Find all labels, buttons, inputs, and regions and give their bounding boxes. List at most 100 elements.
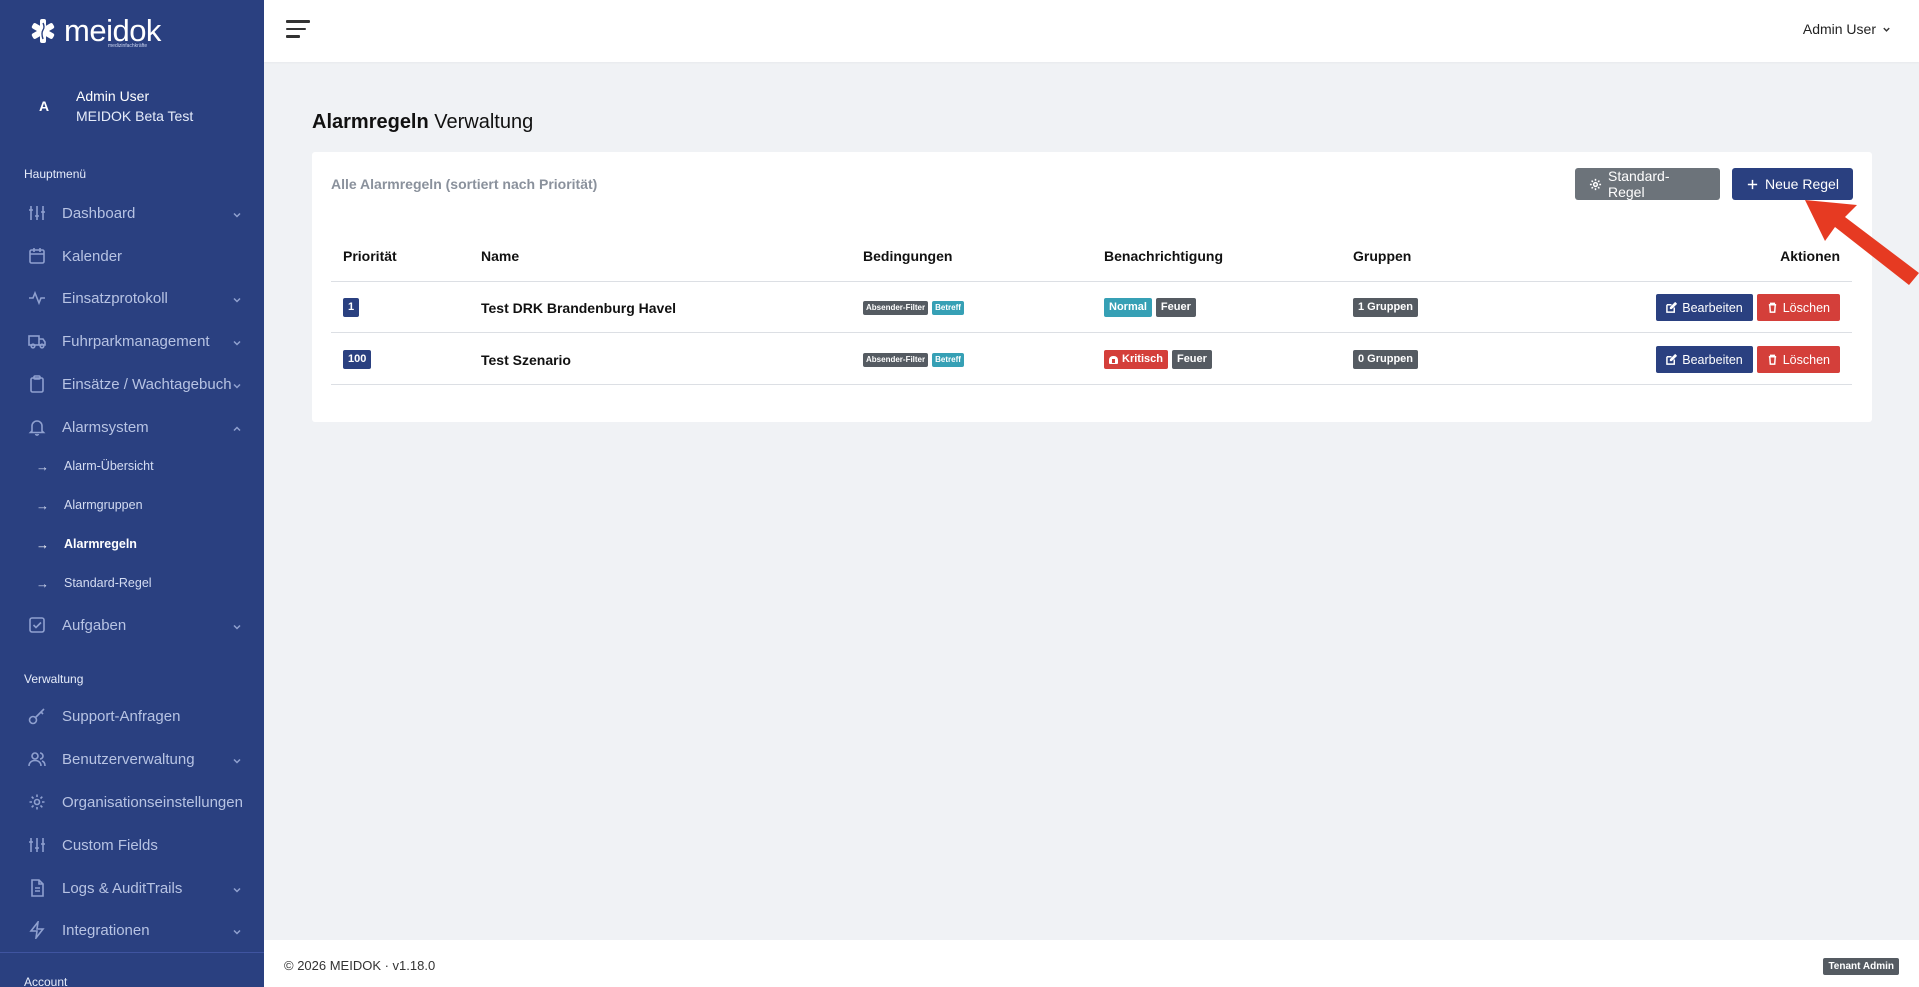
condition-badge: Absender-Filter	[863, 352, 929, 367]
red-arrow-annotation	[1805, 200, 1919, 285]
sidebar-item-einsatzprotokoll[interactable]: Einsatzprotokoll	[0, 278, 264, 318]
truck-icon	[28, 332, 46, 350]
chevron-down-icon	[232, 924, 242, 935]
sidebar-item-fuhrparkmanagement[interactable]: Fuhrparkmanagement	[0, 321, 264, 361]
activity-icon	[28, 289, 46, 307]
clipboard-icon	[28, 375, 46, 393]
condition-badge: Absender-Filter	[863, 300, 929, 315]
sidebar-item-label: Organisationseinstellungen	[62, 793, 243, 811]
bell-icon	[28, 418, 46, 436]
sidebar-item-label: Custom Fields	[62, 836, 158, 854]
logo[interactable]: meidok	[0, 0, 264, 62]
logo-subtitle: medizinfachkräfte	[108, 43, 148, 49]
notification-level-badge: Kritisch	[1104, 350, 1168, 369]
user-name: Admin User	[76, 88, 150, 104]
sidebar: meidok medizinfachkräfte A Admin User ME…	[0, 0, 264, 987]
sidebar-item-label: Einsatzprotokoll	[62, 289, 168, 307]
sidebar-user[interactable]: A Admin User MEIDOK Beta Test	[28, 86, 193, 126]
footer-copyright: © 2026 MEIDOK · v1.18.0	[284, 958, 436, 973]
priority-badge: 100	[343, 350, 372, 369]
sidebar-item-label: Logs & AuditTrails	[62, 879, 183, 897]
sidebar-item-label: Einsätze / Wachtagebuch	[62, 375, 232, 393]
arrow-right-icon: →	[36, 497, 49, 513]
zap-icon	[28, 921, 46, 939]
sidebar-item-dashboard[interactable]: Dashboard	[0, 193, 264, 233]
sidebar-subitem-standard-regel[interactable]: → Standard-Regel	[0, 567, 264, 599]
sidebar-item-alarmsystem[interactable]: Alarmsystem	[0, 407, 264, 447]
sidebar-item-integrationen[interactable]: Integrationen	[0, 910, 264, 950]
topbar: Admin User	[264, 0, 1919, 62]
page-title-rest: Verwaltung	[428, 111, 534, 133]
divider	[0, 952, 264, 953]
column-header-name[interactable]: Name	[481, 248, 519, 264]
sidebar-item-aufgaben[interactable]: Aufgaben	[0, 605, 264, 645]
sidebar-subitem-label: Alarmregeln	[64, 537, 137, 551]
edit-button[interactable]: Bearbeiten	[1656, 346, 1753, 373]
sidebar-subitem-label: Alarm-Übersicht	[64, 459, 154, 473]
delete-button[interactable]: Löschen	[1756, 294, 1840, 321]
column-header-bedingungen[interactable]: Bedingungen	[863, 248, 952, 264]
sidebar-item-label: Kalender	[62, 247, 123, 265]
users-icon	[28, 750, 46, 768]
delete-button[interactable]: Löschen	[1756, 346, 1840, 373]
table-row: 1 Test DRK Brandenburg Havel Absender-Fi…	[331, 282, 1852, 333]
chevron-down-icon	[232, 335, 242, 346]
sidebar-item-kalender[interactable]: Kalender	[0, 236, 264, 276]
condition-badge: Betreff	[932, 352, 964, 367]
edit-button[interactable]: Bearbeiten	[1656, 294, 1753, 321]
delete-label: Löschen	[1782, 352, 1830, 367]
user-menu-label: Admin User	[1802, 21, 1876, 37]
user-menu[interactable]: Admin User	[1803, 21, 1891, 37]
sidebar-item-label: Alarmsystem	[62, 418, 149, 436]
chevron-down-icon	[232, 882, 242, 893]
page-title: Alarmregeln Verwaltung	[312, 111, 533, 134]
sidebar-item-organisationseinstellungen[interactable]: Organisationseinstellungen	[0, 782, 264, 822]
sidebar-subitem-alarmregeln[interactable]: → Alarmregeln	[0, 528, 264, 560]
trash-icon	[1768, 354, 1776, 365]
arrow-right-icon: →	[36, 536, 49, 552]
sidebar-item-logs[interactable]: Logs & AuditTrails	[0, 868, 264, 908]
column-header-prioritaet[interactable]: Priorität	[343, 248, 397, 264]
sidebar-item-label: Aufgaben	[62, 616, 127, 634]
column-header-gruppen[interactable]: Gruppen	[1353, 248, 1411, 264]
user-tenant: MEIDOK Beta Test	[76, 108, 194, 124]
sidebar-item-benutzerverwaltung[interactable]: Benutzerverwaltung	[0, 739, 264, 779]
sidebar-item-support[interactable]: Support-Anfragen	[0, 696, 264, 736]
standard-rule-button[interactable]: Standard-Regel	[1575, 168, 1720, 200]
notification-type-badge: Feuer	[1171, 350, 1212, 369]
key-icon	[28, 707, 46, 725]
chevron-down-icon	[232, 753, 242, 764]
groups-badge: 0 Gruppen	[1353, 350, 1419, 369]
menu-toggle-icon[interactable]	[286, 20, 310, 40]
check-square-icon	[28, 616, 46, 634]
trash-icon	[1768, 302, 1776, 313]
table-header: Priorität Name Bedingungen Benachrichtig…	[331, 248, 1852, 282]
notification-type-badge: Feuer	[1155, 298, 1196, 317]
sidebar-item-custom-fields[interactable]: Custom Fields	[0, 825, 264, 865]
sidebar-subitem-alarmgruppen[interactable]: → Alarmgruppen	[0, 489, 264, 521]
notification-level-label: Kritisch	[1122, 353, 1163, 365]
file-text-icon	[28, 879, 46, 897]
sidebar-subitem-label: Alarmgruppen	[64, 498, 143, 512]
sidebar-item-label: Benutzerverwaltung	[62, 750, 195, 768]
gear-icon	[1589, 178, 1602, 190]
sidebar-item-label: Fuhrparkmanagement	[62, 332, 210, 350]
chevron-down-icon	[232, 619, 242, 630]
page-title-bold: Alarmregeln	[312, 111, 429, 133]
column-header-benachrichtigung[interactable]: Benachrichtigung	[1104, 248, 1223, 264]
edit-label: Bearbeiten	[1682, 352, 1743, 367]
edit-icon	[1666, 354, 1678, 365]
siren-icon	[1109, 355, 1118, 364]
sidebar-subitem-alarm-uebersicht[interactable]: → Alarm-Übersicht	[0, 450, 264, 482]
chevron-down-icon	[232, 207, 242, 218]
chevron-down-icon	[232, 378, 242, 389]
chevron-down-icon	[232, 292, 242, 303]
arrow-right-icon: →	[36, 575, 49, 591]
rule-name: Test DRK Brandenburg Havel	[481, 299, 676, 316]
rules-card: Alle Alarmregeln (sortiert nach Prioritä…	[312, 152, 1872, 422]
chevron-up-icon	[232, 421, 242, 432]
sidebar-item-einsaetze[interactable]: Einsätze / Wachtagebuch	[0, 364, 264, 404]
edit-icon	[1666, 302, 1678, 313]
standard-rule-label: Standard-Regel	[1608, 168, 1670, 200]
arrow-right-icon: →	[36, 458, 49, 474]
